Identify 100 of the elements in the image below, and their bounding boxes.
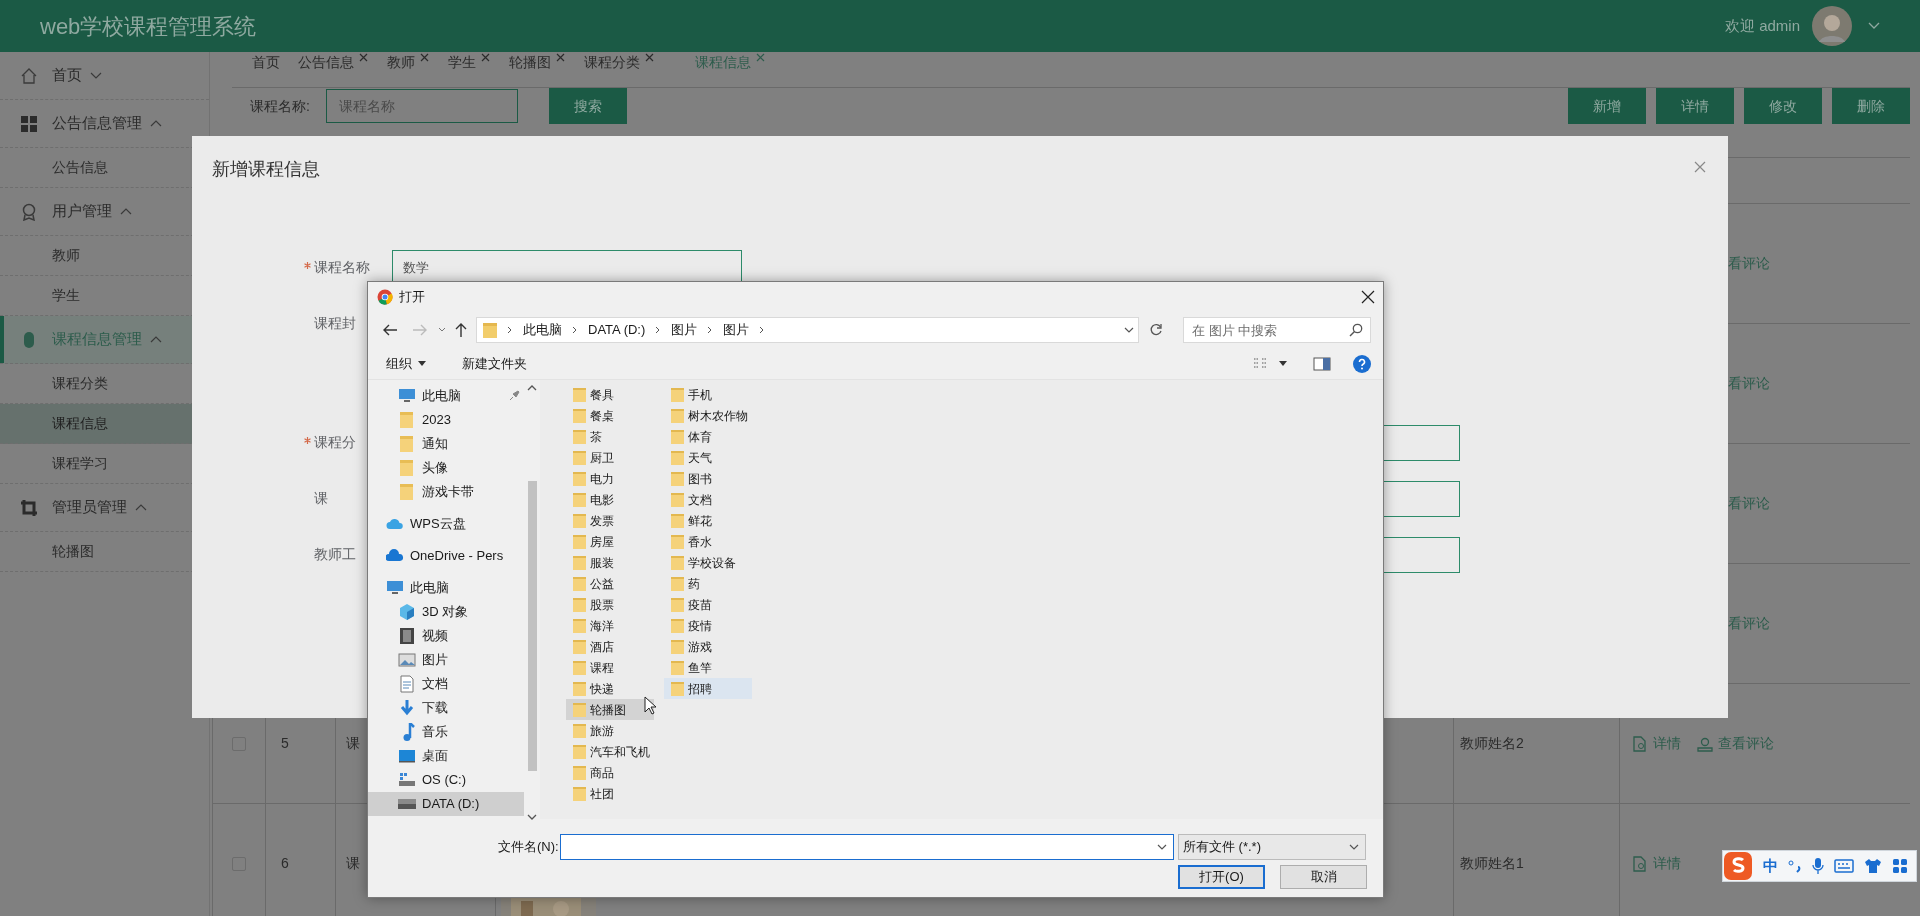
nav-item[interactable]: 游戏卡带 [368, 480, 524, 504]
folder-icon [483, 322, 497, 338]
folder-item[interactable]: 树木农作物 [664, 405, 752, 426]
tab[interactable]: 学生 [448, 52, 491, 73]
folder-item[interactable]: 手机 [664, 384, 752, 405]
nav-item[interactable]: 3D 对象 [368, 600, 524, 624]
folder-item[interactable]: 餐桌 [566, 405, 654, 426]
chevron-down-icon[interactable] [1124, 326, 1134, 334]
folder-item[interactable]: 疫情 [664, 615, 752, 636]
caret-down-icon[interactable] [1279, 361, 1287, 366]
folder-item[interactable]: 酒店 [566, 636, 654, 657]
folder-item[interactable]: 发票 [566, 510, 654, 531]
folder-item[interactable]: 电力 [566, 468, 654, 489]
ime-logo-icon[interactable] [1723, 851, 1753, 881]
folder-item[interactable]: 社团 [566, 783, 654, 804]
folder-item[interactable]: 药 [664, 573, 752, 594]
folder-item[interactable]: 房屋 [566, 531, 654, 552]
close-icon[interactable] [1361, 290, 1375, 304]
chevron-right-icon [507, 326, 513, 334]
folder-item[interactable]: 快递 [566, 678, 654, 699]
file-type-dropdown[interactable]: 所有文件 (*.*) [1178, 834, 1366, 860]
folder-item[interactable]: 课程 [566, 657, 654, 678]
tab[interactable]: 教师 [387, 52, 430, 73]
preview-pane-icon[interactable] [1313, 356, 1331, 371]
folder-item[interactable]: 厨卫 [566, 447, 654, 468]
folder-item[interactable]: 商品 [566, 762, 654, 783]
chevron-down-icon[interactable] [1868, 22, 1880, 30]
refresh-icon[interactable] [1149, 323, 1163, 337]
nav-item[interactable]: OneDrive - Pers [368, 544, 524, 568]
folder-item[interactable]: 服装 [566, 552, 654, 573]
folder-item[interactable]: 招聘 [664, 678, 752, 699]
nav-item[interactable]: OS (C:) [368, 768, 524, 792]
tab[interactable]: 首页 [252, 52, 280, 73]
sidebar-group[interactable]: 首页 [0, 52, 209, 100]
folder-item[interactable]: 学校设备 [664, 552, 752, 573]
nav-item[interactable]: 此电脑 [368, 576, 524, 600]
nav-item[interactable]: DATA (D:) [368, 792, 524, 816]
tab[interactable]: 公告信息 [298, 52, 369, 73]
folder-item[interactable]: 疫苗 [664, 594, 752, 615]
path-segment[interactable]: 此电脑 [523, 320, 562, 340]
organize-menu[interactable]: 组织 [386, 353, 426, 374]
folder-item[interactable]: 公益 [566, 573, 654, 594]
folder-item[interactable]: 鲜花 [664, 510, 752, 531]
folder-item[interactable]: 体育 [664, 426, 752, 447]
path-segment[interactable]: DATA (D:) [588, 320, 646, 340]
nav-item[interactable]: 下载 [368, 696, 524, 720]
document-icon [398, 675, 416, 693]
folder-item[interactable]: 轮播图 [566, 699, 654, 720]
nav-item[interactable]: WPS云盘 [368, 512, 524, 536]
folder-item[interactable]: 电影 [566, 489, 654, 510]
chevron-up-icon[interactable] [527, 384, 537, 391]
folder-item[interactable]: 图书 [664, 468, 752, 489]
folder-item[interactable]: 游戏 [664, 636, 752, 657]
view-options-icon[interactable] [1253, 356, 1269, 371]
folder-item[interactable]: 旅游 [566, 720, 654, 741]
folder-item[interactable]: 鱼竿 [664, 657, 752, 678]
tab[interactable]: 课程分类 [584, 52, 655, 73]
app-title: web学校课程管理系统 [40, 12, 257, 41]
chevron-down-icon[interactable] [438, 327, 446, 333]
folder-item[interactable]: 股票 [566, 594, 654, 615]
avatar-icon[interactable] [1812, 6, 1852, 46]
dialog-button[interactable]: 打开(O) [1178, 865, 1265, 889]
folder-icon [671, 429, 684, 444]
nav-item[interactable]: 此电脑 [368, 384, 524, 408]
microphone-icon[interactable] [1812, 857, 1824, 875]
filename-field[interactable] [560, 834, 1174, 860]
folder-item[interactable]: 餐具 [566, 384, 654, 405]
grid-icon[interactable] [1892, 858, 1908, 874]
tab[interactable]: 轮播图 [509, 52, 566, 73]
nav-item[interactable]: 2023 [368, 408, 524, 432]
folder-item[interactable]: 文档 [664, 489, 752, 510]
address-bar[interactable]: 此电脑 DATA (D:) 图片 图片 [476, 317, 1139, 343]
nav-item[interactable]: 音乐 [368, 720, 524, 744]
folder-item[interactable]: 天气 [664, 447, 752, 468]
punctuation-icon[interactable] [1788, 859, 1802, 873]
nav-item[interactable]: 头像 [368, 456, 524, 480]
input-mode-toggle[interactable]: 中 [1763, 854, 1778, 878]
award-icon [20, 202, 38, 221]
shirt-icon[interactable] [1864, 858, 1882, 874]
folder-item[interactable]: 海洋 [566, 615, 654, 636]
help-icon[interactable] [1353, 354, 1371, 373]
up-arrow-icon[interactable] [454, 322, 468, 338]
folder-item[interactable]: 汽车和飞机 [566, 741, 654, 762]
nav-item[interactable]: 通知 [368, 432, 524, 456]
new-folder-button[interactable]: 新建文件夹 [462, 353, 527, 374]
nav-item[interactable]: 图片 [368, 648, 524, 672]
folder-item[interactable]: 香水 [664, 531, 752, 552]
teacher-name: 教师姓名1 [1460, 854, 1524, 873]
path-segment[interactable]: 图片 [671, 320, 698, 340]
folder-icon [398, 483, 416, 501]
back-arrow-icon[interactable] [382, 323, 398, 337]
folder-item[interactable]: 茶 [566, 426, 654, 447]
nav-item[interactable]: 视频 [368, 624, 524, 648]
keyboard-icon[interactable] [1834, 859, 1854, 873]
document-icon [1632, 735, 1648, 752]
nav-item[interactable]: 文档 [368, 672, 524, 696]
path-segment[interactable]: 图片 [723, 320, 750, 340]
chevron-down-icon[interactable] [527, 814, 537, 821]
nav-item[interactable]: 桌面 [368, 744, 524, 768]
dialog-button[interactable]: 取消 [1280, 865, 1367, 889]
